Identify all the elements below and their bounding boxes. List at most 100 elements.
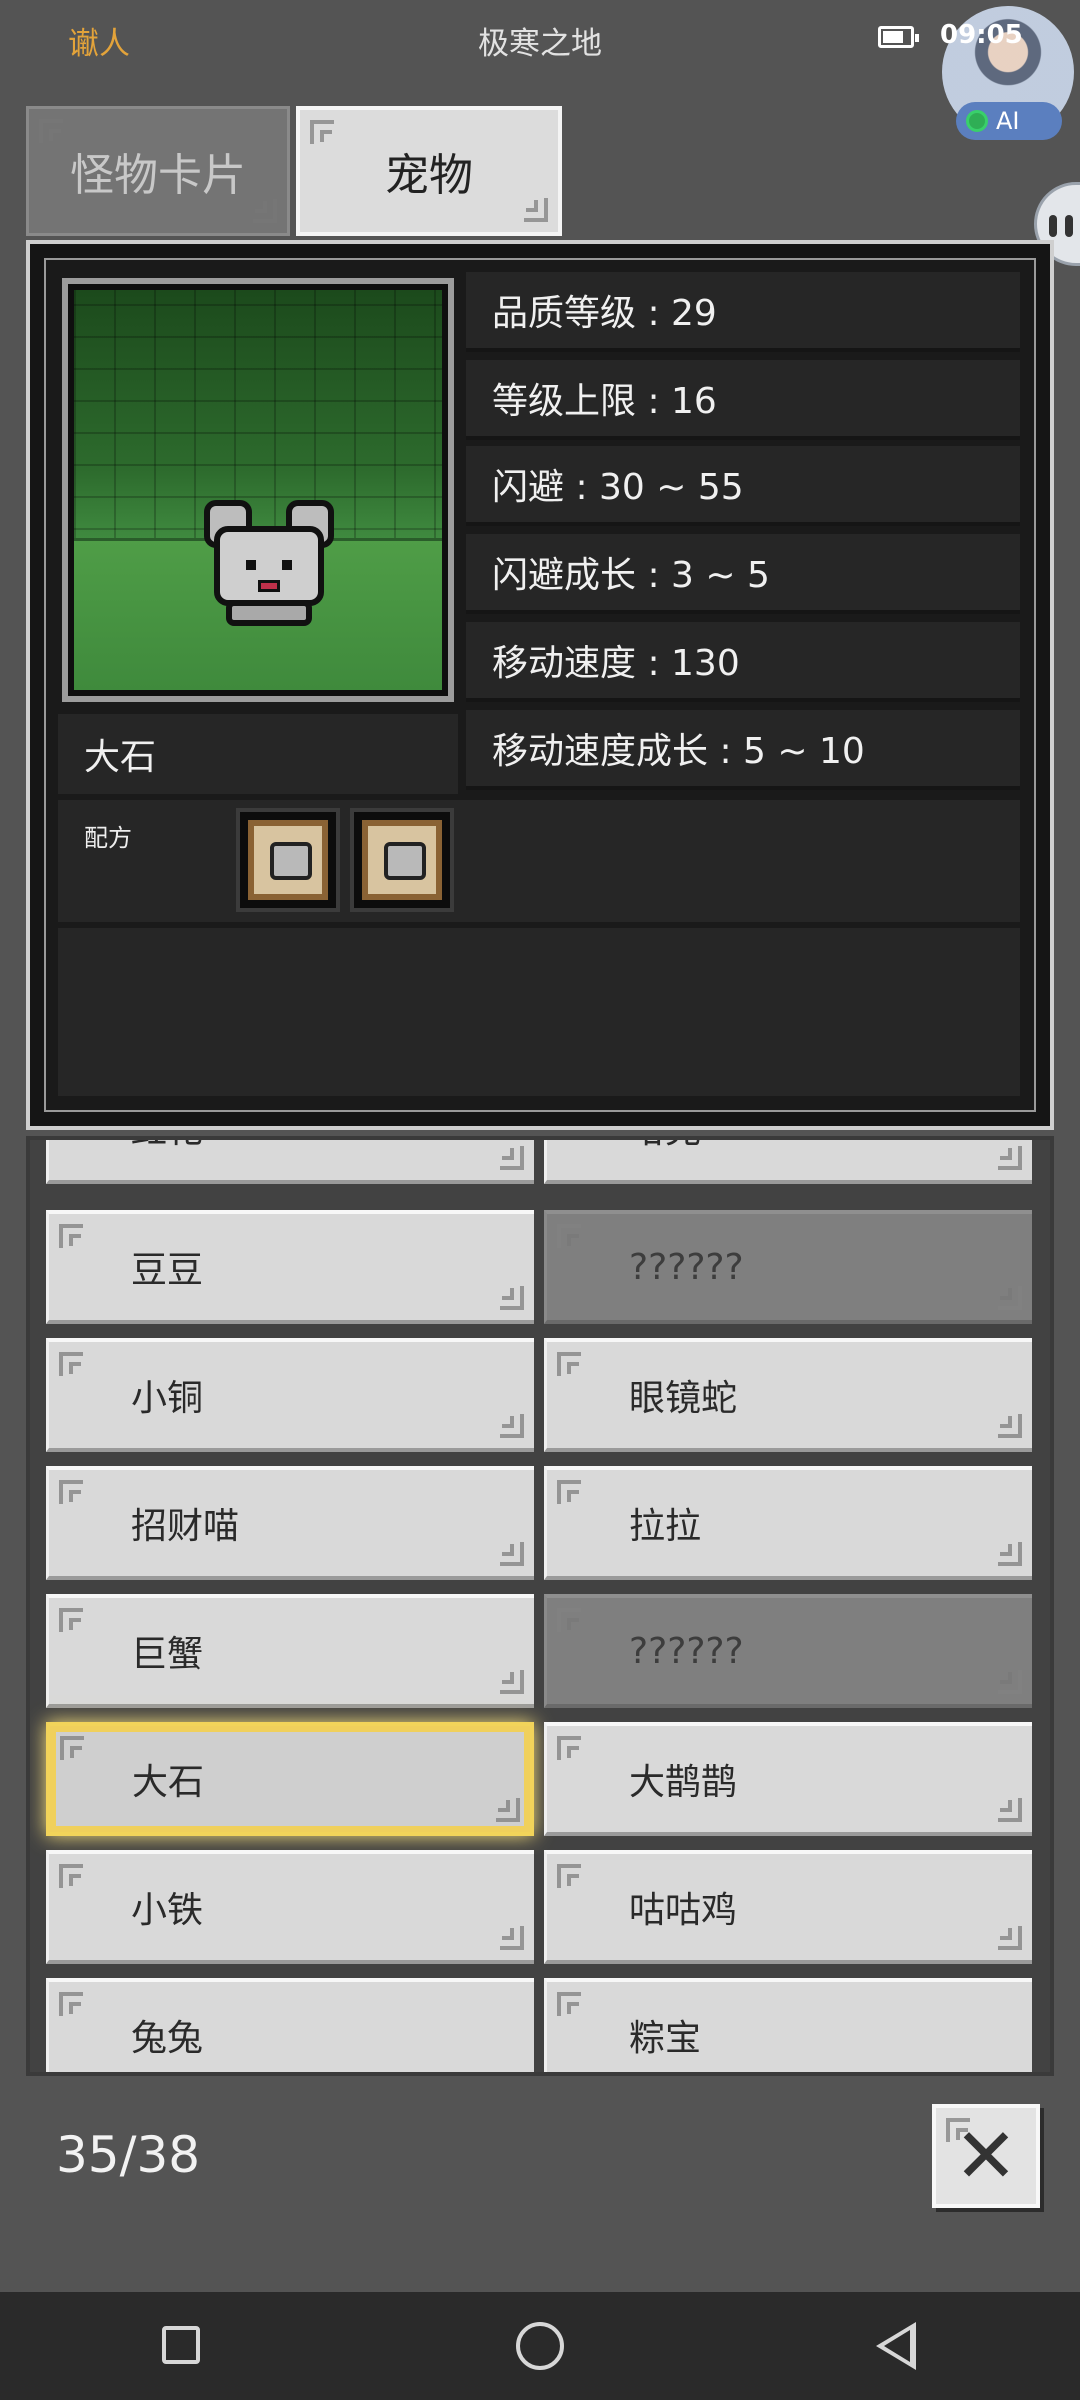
recent-apps-icon[interactable] — [162, 2326, 200, 2364]
list-item-locked[interactable]: ?????? — [544, 1594, 1032, 1708]
tab-pets[interactable]: 宠物 — [296, 106, 562, 236]
corner-deco-icon — [253, 199, 277, 223]
stat-quality-level: 品质等级 : 29 — [466, 272, 1020, 352]
corner-deco-icon — [557, 1864, 581, 1888]
recipe-scroll-icon[interactable] — [350, 808, 454, 912]
corner-deco-icon — [998, 1670, 1022, 1694]
list-item-label: 兔兔 — [131, 2018, 204, 2059]
corner-deco-icon — [500, 1926, 524, 1950]
corner-deco-icon — [557, 1736, 581, 1760]
stat-dodge-growth: 闪避成长 : 3 ~ 5 — [466, 534, 1020, 614]
scroll-icon — [248, 820, 328, 900]
list-item[interactable]: 巨蟹 — [46, 1594, 534, 1708]
ai-badge[interactable]: AI — [956, 102, 1062, 140]
list-item[interactable]: 哈克 — [544, 1140, 1032, 1184]
stat-level-cap: 等级上限 : 16 — [466, 360, 1020, 440]
list-item-label: 眼镜蛇 — [629, 1378, 738, 1419]
ai-status-icon — [966, 110, 988, 132]
eye-icon — [282, 560, 292, 570]
system-nav-bar — [0, 2292, 1080, 2400]
battery-icon — [878, 26, 919, 48]
tab-monster-cards[interactable]: 怪物卡片 — [26, 106, 290, 236]
list-item-label: 豇花 — [131, 1140, 203, 1153]
list-item[interactable]: 大鹊鹊 — [544, 1722, 1032, 1836]
pet-list[interactable]: 豇花 哈克 豆豆 ?????? 小铜 眼镜蛇 招财喵 拉拉 巨蟹 — [26, 1136, 1054, 2076]
list-item-label: 巨蟹 — [131, 1634, 204, 1675]
portrait-scene — [74, 290, 442, 690]
list-item-label: 哈克 — [629, 1140, 701, 1153]
corner-deco-icon — [998, 1926, 1022, 1950]
detail-empty-area — [58, 928, 1020, 1096]
list-item-label: 招财喵 — [131, 1506, 240, 1547]
list-item-locked[interactable]: ?????? — [544, 1210, 1032, 1324]
list-item-label: 大石 — [132, 1762, 205, 1803]
recipe-label: 配方 — [84, 824, 132, 852]
list-item-label: 小铁 — [131, 1890, 204, 1931]
corner-deco-icon — [998, 1414, 1022, 1438]
home-icon[interactable] — [516, 2322, 564, 2370]
list-item[interactable]: 小铜 — [46, 1338, 534, 1452]
list-item-selected[interactable]: 大石 — [46, 1722, 534, 1836]
corner-deco-icon — [59, 1224, 83, 1248]
list-item[interactable]: 兔兔 — [46, 1978, 534, 2072]
list-item[interactable]: 粽宝 — [544, 1978, 1032, 2072]
status-bar: 谳人 极寒之地 — [0, 0, 1080, 80]
handle-bar-icon — [1049, 215, 1057, 237]
stat-dodge: 闪避 : 30 ~ 55 — [466, 446, 1020, 526]
list-item-label: ?????? — [629, 1246, 744, 1288]
tab-label: 怪物卡片 — [70, 150, 246, 201]
corner-deco-icon — [557, 1352, 581, 1376]
list-item[interactable]: 眼镜蛇 — [544, 1338, 1032, 1452]
pet-body — [226, 600, 312, 626]
mouth-icon — [258, 580, 280, 592]
ai-label: AI — [996, 107, 1020, 135]
list-item[interactable]: 招财喵 — [46, 1466, 534, 1580]
recipe-scroll-icon[interactable] — [236, 808, 340, 912]
clock: 09:05 — [940, 20, 1023, 50]
corner-deco-icon — [998, 1286, 1022, 1310]
close-button[interactable]: ✕ — [932, 2104, 1040, 2208]
corner-deco-icon — [557, 1992, 581, 2016]
corner-deco-icon — [557, 1608, 581, 1632]
list-item-label: ?????? — [629, 1630, 744, 1672]
corner-deco-icon — [946, 2118, 970, 2142]
corner-deco-icon — [310, 120, 334, 144]
list-item-label: 大鹊鹊 — [629, 1762, 738, 1803]
back-icon[interactable] — [876, 2322, 916, 2370]
corner-deco-icon — [59, 1480, 83, 1504]
list-item[interactable]: 豇花 — [46, 1140, 534, 1184]
corner-deco-icon — [524, 198, 548, 222]
corner-deco-icon — [557, 1480, 581, 1504]
corner-deco-icon — [500, 1670, 524, 1694]
list-item[interactable]: 豆豆 — [46, 1210, 534, 1324]
corner-deco-icon — [59, 1608, 83, 1632]
pet-portrait — [62, 278, 454, 702]
pet-mouse-sprite — [204, 500, 334, 628]
corner-deco-icon — [998, 1798, 1022, 1822]
corner-deco-icon — [500, 1414, 524, 1438]
corner-deco-icon — [60, 1736, 84, 1760]
pet-name: 大石 — [58, 714, 458, 794]
corner-deco-icon — [500, 1542, 524, 1566]
list-item-label: 小铜 — [131, 1378, 204, 1419]
corner-deco-icon — [500, 1286, 524, 1310]
corner-deco-icon — [496, 1798, 520, 1822]
corner-deco-icon — [59, 1864, 83, 1888]
corner-deco-icon — [59, 1992, 83, 2016]
corner-deco-icon — [59, 1352, 83, 1376]
list-item[interactable]: 咕咕鸡 — [544, 1850, 1032, 1964]
stat-move-speed: 移动速度 : 130 — [466, 622, 1020, 702]
stat-move-speed-growth: 移动速度成长 : 5 ~ 10 — [466, 710, 1020, 790]
list-item-label: 豆豆 — [131, 1250, 204, 1291]
eye-icon — [246, 560, 256, 570]
corner-deco-icon — [39, 119, 63, 143]
collection-counter: 35/38 — [56, 2126, 201, 2184]
corner-deco-icon — [998, 1542, 1022, 1566]
list-item-label: 拉拉 — [629, 1506, 702, 1547]
corner-deco-icon — [557, 1224, 581, 1248]
list-item[interactable]: 拉拉 — [544, 1466, 1032, 1580]
list-item[interactable]: 小铁 — [46, 1850, 534, 1964]
handle-bar-icon — [1065, 215, 1073, 237]
tab-label: 宠物 — [385, 150, 473, 201]
pet-head — [214, 526, 324, 606]
